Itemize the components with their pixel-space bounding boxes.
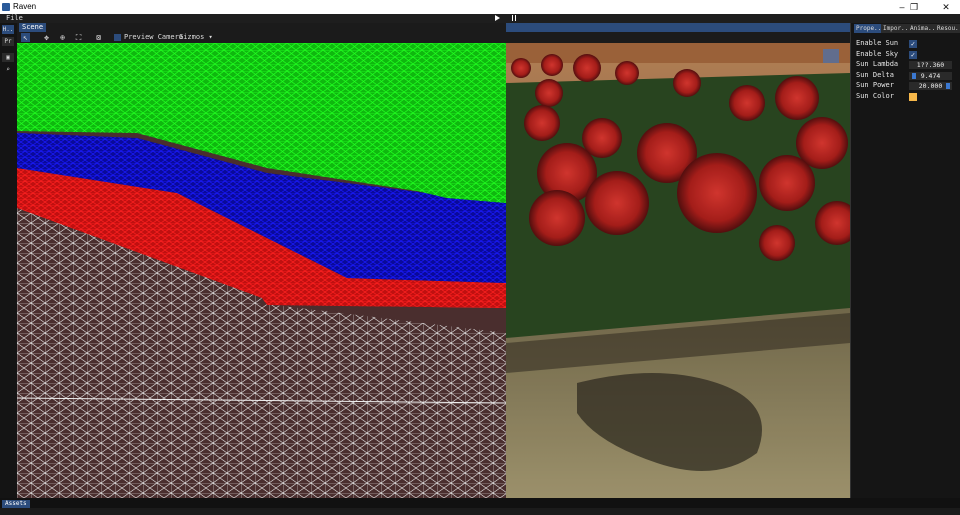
image-icon[interactable]: ▣ <box>2 53 14 62</box>
sun-delta-value: 9.474 <box>920 72 941 80</box>
app-icon <box>2 3 10 11</box>
menu-bar: File <box>0 14 960 23</box>
close-button[interactable]: ✕ <box>936 1 956 13</box>
sun-color-label: Sun Color <box>856 92 894 100</box>
scene-tab-bar: Scene <box>17 23 506 32</box>
left-tab-project[interactable]: Pr <box>2 37 14 46</box>
window-title: Raven <box>13 2 37 11</box>
enable-sun-checkbox[interactable]: ✓ <box>909 40 917 48</box>
left-tab-hierarchy[interactable]: H.. <box>2 25 14 34</box>
sun-power-label: Sun Power <box>856 81 894 89</box>
select-tool-icon[interactable]: ↖ <box>21 33 30 42</box>
scene-toolbar: ↖ ✥ ⊕ ⛶ ⊠ Preview Camera Gizmos ▾ <box>17 32 850 43</box>
play-icon[interactable] <box>495 15 500 21</box>
dock-title-band <box>506 23 850 32</box>
tab-scene[interactable]: Scene <box>19 23 47 32</box>
tab-resources[interactable]: Resou.. <box>935 24 960 33</box>
sun-power-slider[interactable]: 20.000 <box>909 82 952 90</box>
sun-delta-slider[interactable]: 9.474 <box>909 72 952 80</box>
sun-lambda-field[interactable]: 1??.360 <box>909 61 952 69</box>
slider-grab[interactable] <box>912 73 916 79</box>
bottom-dock: Assets <box>0 498 960 515</box>
move-tool-icon[interactable]: ✥ <box>42 33 51 42</box>
tab-animation[interactable]: Anima.. <box>908 24 938 33</box>
assets-toolbar <box>0 508 960 515</box>
tab-import[interactable]: Impor.. <box>881 24 911 33</box>
slider-grab[interactable] <box>946 83 950 89</box>
tab-assets[interactable]: Assets <box>2 500 30 508</box>
sun-color-swatch[interactable] <box>909 93 917 101</box>
scene-render <box>17 43 850 498</box>
rotate-tool-icon[interactable]: ⊕ <box>58 33 67 42</box>
scene-viewport[interactable] <box>17 43 850 498</box>
sun-lambda-value: 1??.360 <box>916 61 945 69</box>
inspector-panel: Prope.. Impor.. Anima.. Resou.. Enable S… <box>850 23 960 500</box>
menu-file[interactable]: File <box>6 14 23 22</box>
sun-delta-label: Sun Delta <box>856 71 894 79</box>
enable-sky-checkbox[interactable]: ✓ <box>909 51 917 59</box>
sun-lambda-label: Sun Lambda <box>856 60 899 68</box>
preview-camera-checkbox[interactable] <box>114 34 121 41</box>
left-tool-strip: H.. Pr ▣ ⌕ <box>0 23 17 500</box>
maximize-button[interactable]: ❐ <box>904 1 924 13</box>
scale-tool-icon[interactable]: ⛶ <box>74 33 83 42</box>
sun-power-value: 20.000 <box>918 82 943 90</box>
grid-toggle-icon[interactable]: ⊠ <box>94 33 103 42</box>
title-bar: Raven – ❐ ✕ <box>0 0 960 14</box>
wireframe-view <box>17 43 507 498</box>
preview-camera-label: Preview Camera <box>124 33 184 41</box>
tab-properties[interactable]: Prope.. <box>854 24 884 33</box>
enable-sky-label: Enable Sky <box>856 50 899 58</box>
search-icon[interactable]: ⌕ <box>2 65 14 74</box>
enable-sun-label: Enable Sun <box>856 39 899 47</box>
gizmos-dropdown[interactable]: Gizmos ▾ <box>179 33 213 42</box>
rendered-view <box>506 43 850 498</box>
pause-icon[interactable] <box>512 15 516 21</box>
